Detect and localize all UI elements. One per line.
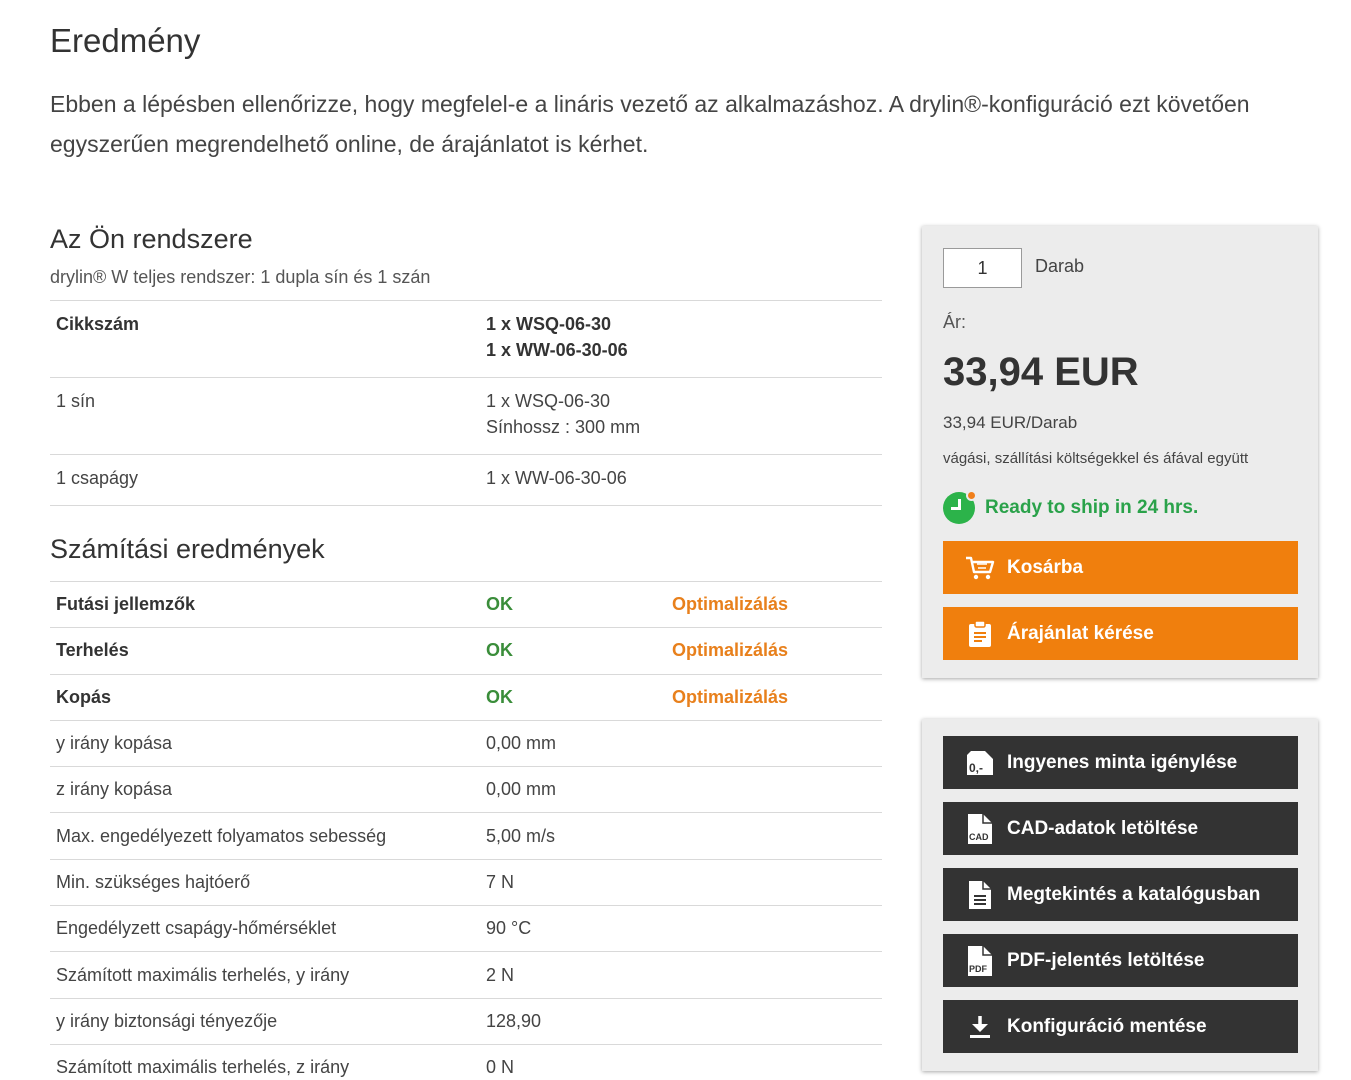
table-row: 1 csapágy 1 x WW-06-30-06 (50, 454, 882, 506)
download-icon (965, 1012, 995, 1042)
row-value: 1 x WW-06-30-06 (480, 455, 882, 506)
status-ok: OK (486, 686, 513, 707)
quantity-input[interactable]: 1 (943, 248, 1022, 288)
cad-file-icon: CAD (965, 813, 995, 844)
row-value: 128,90 (486, 1010, 542, 1031)
value-line: 1 x WSQ-06-30 (486, 391, 611, 411)
row-label: Max. engedélyezett folyamatos sebesség (56, 825, 387, 846)
table-row: Min. szükséges hajtóerő 7 N (50, 859, 882, 905)
row-value: 1 x WSQ-06-30 Sínhossz : 300 mm (480, 378, 882, 455)
system-title: Az Ön rendszere (50, 224, 253, 254)
add-to-cart-button[interactable]: Kosárba (943, 541, 1298, 594)
table-row: z irány kopása 0,00 mm (50, 766, 882, 813)
row-label: y irány biztonsági tényezője (56, 1010, 278, 1031)
row-label: z irány kopása (56, 779, 173, 800)
row-value: 5,00 m/s (486, 825, 556, 846)
row-value: 90 °C (486, 918, 532, 939)
value-line: 1 x WSQ-06-30 (486, 314, 612, 334)
quantity-unit: Darab (1035, 256, 1085, 276)
results-title: Számítási eredmények (50, 534, 325, 564)
price-total: 33,94 EUR (943, 350, 1139, 394)
results-table-wrap: Futási jellemzők OK Optimalizálás Terhel… (50, 581, 882, 1080)
row-label: Cikkszám (56, 314, 140, 334)
save-config-label: Konfiguráció mentése (1007, 1015, 1207, 1037)
results-section: Számítási eredmények (50, 534, 882, 565)
actions-panel: 0,- Ingyenes minta igénylése CAD CAD-ada… (922, 719, 1318, 1071)
view-catalog-button[interactable]: Megtekintés a katalógusban (943, 868, 1298, 921)
cart-icon (965, 553, 995, 583)
optimize-link[interactable]: Optimalizálás (666, 674, 882, 720)
add-to-cart-label: Kosárba (1007, 556, 1084, 578)
table-row: Kopás OK Optimalizálás (50, 674, 882, 720)
table-row: Futási jellemzők OK Optimalizálás (50, 581, 882, 628)
free-sample-button[interactable]: 0,- Ingyenes minta igénylése (943, 736, 1298, 789)
system-table-wrap: Cikkszám 1 x WSQ-06-30 1 x WW-06-30-06 1… (50, 300, 882, 506)
clock-icon (943, 490, 977, 524)
row-value: 0 N (486, 1057, 515, 1078)
row-label: 1 csapágy (56, 468, 139, 488)
optimize-link[interactable]: Optimalizálás (666, 628, 882, 674)
system-subtitle: drylin® W teljes rendszer: 1 dupla sín é… (50, 267, 431, 287)
free-sample-label: Ingyenes minta igénylése (1007, 751, 1238, 773)
row-label: Engedélyzett csapágy-hőmérséklet (56, 918, 337, 939)
request-quote-button[interactable]: Árajánlat kérése (943, 607, 1298, 660)
row-label: y irány kopása (56, 733, 173, 754)
svg-text:PDF: PDF (969, 964, 988, 974)
shipping-info: Ready to ship in 24 hrs. (943, 490, 1199, 525)
table-row: Számított maximális terhelés, y irány 2 … (50, 951, 882, 998)
pdf-file-icon: PDF (965, 945, 995, 976)
intro-text: Ebben a lépésben ellenőrizze, hogy megfe… (50, 91, 1250, 157)
row-label: Terhelés (56, 640, 129, 661)
price-tag-icon: 0,- (965, 748, 995, 778)
system-section: Az Ön rendszere drylin® W teljes rendsze… (50, 224, 882, 288)
table-row: Cikkszám 1 x WSQ-06-30 1 x WW-06-30-06 (50, 300, 882, 378)
system-table: Cikkszám 1 x WSQ-06-30 1 x WW-06-30-06 1… (50, 300, 882, 506)
price-note: vágási, szállítási költségekkel és áfáva… (943, 450, 1249, 467)
clipboard-icon (965, 619, 995, 649)
table-row: Számított maximális terhelés, z irány 0 … (50, 1044, 882, 1080)
svg-text:CAD: CAD (969, 832, 989, 842)
row-value: 2 N (486, 964, 515, 985)
cad-download-label: CAD-adatok letöltése (1007, 817, 1199, 839)
pdf-report-button[interactable]: PDF PDF-jelentés letöltése (943, 934, 1298, 987)
value-line: Sínhossz : 300 mm (486, 417, 641, 437)
table-row: Engedélyzett csapágy-hőmérséklet 90 °C (50, 905, 882, 952)
shipping-text: Ready to ship in 24 hrs. (985, 497, 1199, 518)
value-line: 1 x WW-06-30-06 (486, 340, 628, 360)
table-row: y irány kopása 0,00 mm (50, 720, 882, 766)
request-quote-label: Árajánlat kérése (1007, 622, 1154, 644)
row-value: 1 x WSQ-06-30 1 x WW-06-30-06 (480, 301, 882, 378)
view-catalog-label: Megtekintés a katalógusban (1007, 883, 1261, 905)
row-label: Számított maximális terhelés, z irány (56, 1057, 350, 1078)
row-label: Min. szükséges hajtóerő (56, 871, 251, 892)
value-line: 1 x WW-06-30-06 (486, 468, 627, 488)
document-icon (965, 880, 995, 910)
save-config-button[interactable]: Konfiguráció mentése (943, 1000, 1298, 1053)
table-row: 1 sín 1 x WSQ-06-30 Sínhossz : 300 mm (50, 377, 882, 455)
page-title: Eredmény (50, 22, 201, 59)
row-label: Kopás (56, 686, 112, 707)
status-ok: OK (486, 640, 513, 661)
row-label: Futási jellemzők (56, 594, 196, 615)
row-value: 7 N (486, 871, 515, 892)
price-label: Ár: (943, 312, 967, 332)
optimize-link[interactable]: Optimalizálás (666, 582, 882, 628)
row-value: 0,00 mm (486, 733, 557, 754)
status-ok: OK (486, 594, 513, 615)
row-label: 1 sín (56, 391, 96, 411)
table-row: Max. engedélyezett folyamatos sebesség 5… (50, 812, 882, 859)
cad-download-button[interactable]: CAD CAD-adatok letöltése (943, 802, 1298, 855)
table-row: Terhelés OK Optimalizálás (50, 627, 882, 674)
svg-text:0,-: 0,- (969, 761, 983, 775)
table-row: y irány biztonsági tényezője 128,90 (50, 998, 882, 1044)
pdf-report-label: PDF-jelentés letöltése (1007, 949, 1205, 971)
price-per-unit: 33,94 EUR/Darab (943, 413, 1078, 432)
row-label: Számított maximális terhelés, y irány (56, 964, 350, 985)
order-panel: 1 Darab Ár: 33,94 EUR 33,94 EUR/Darab vá… (922, 226, 1318, 678)
row-value: 0,00 mm (486, 779, 557, 800)
results-table: Futási jellemzők OK Optimalizálás Terhel… (50, 581, 882, 1080)
